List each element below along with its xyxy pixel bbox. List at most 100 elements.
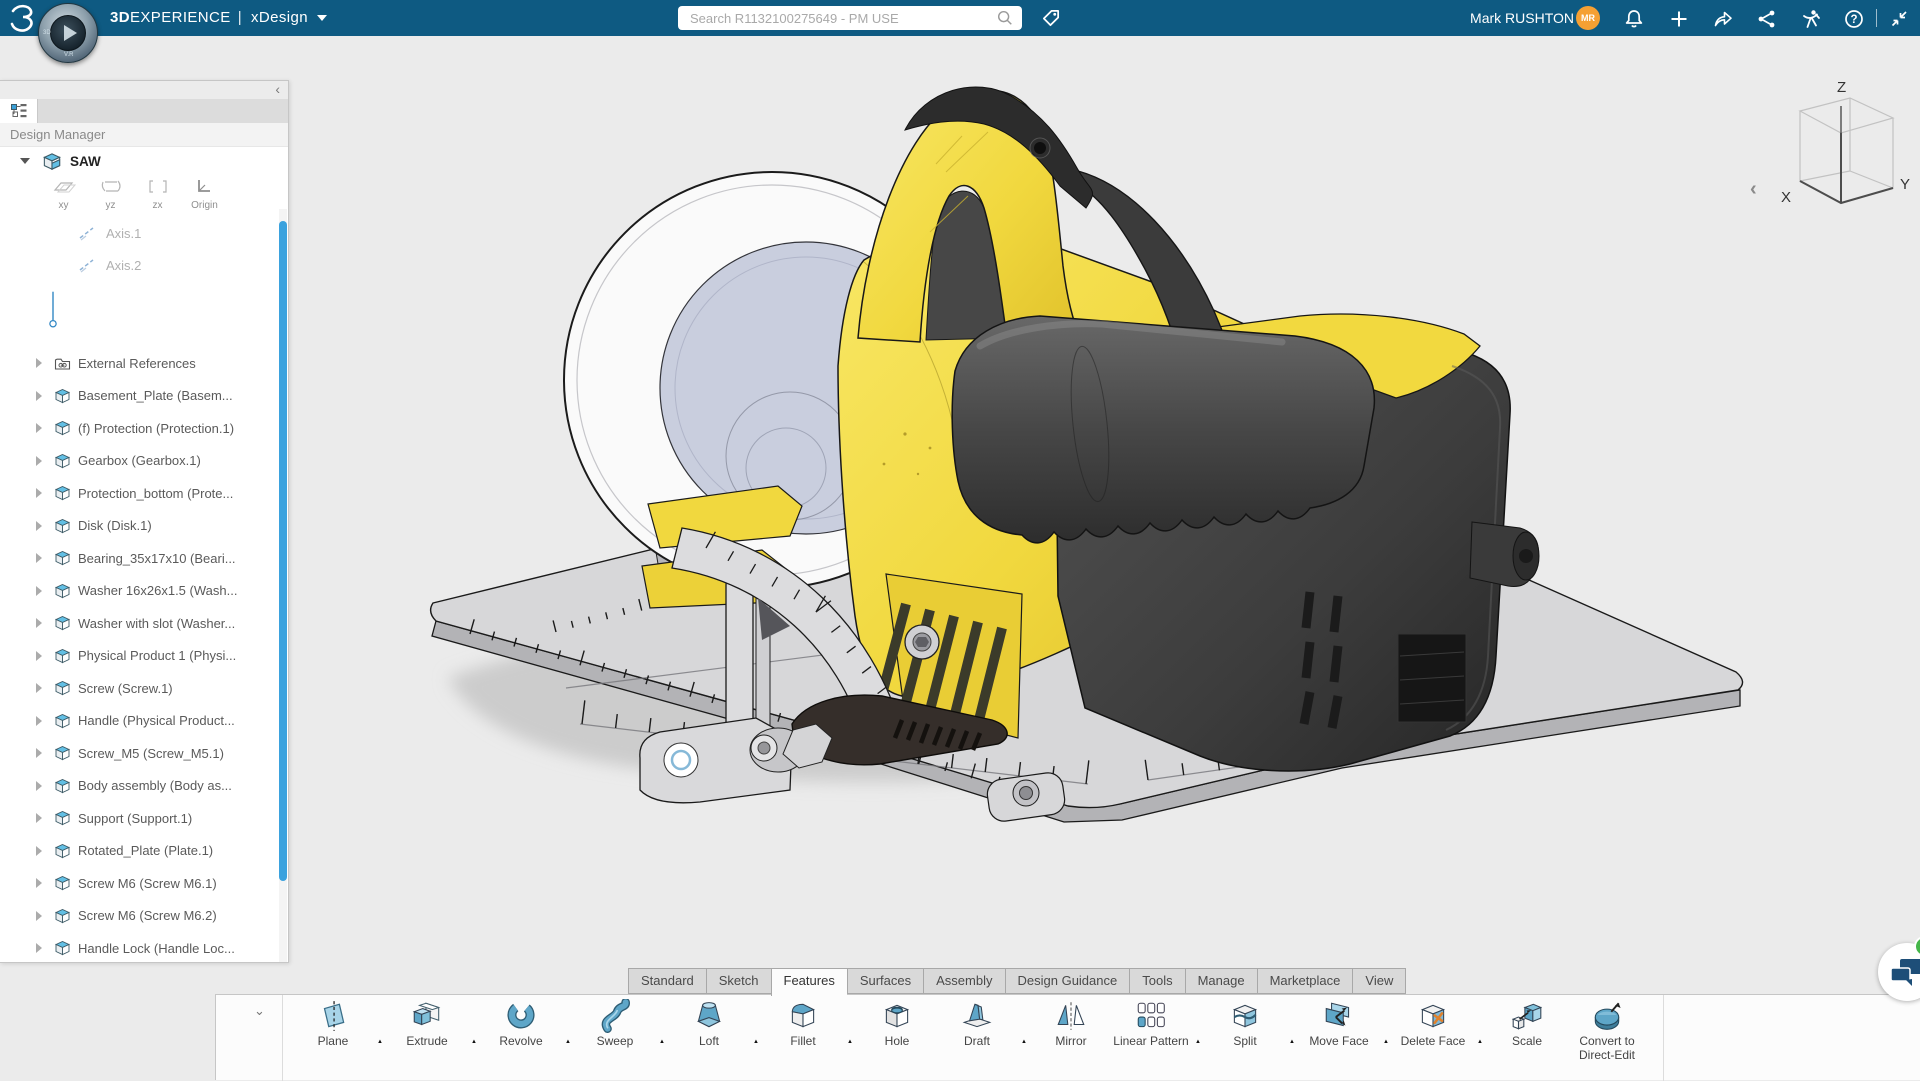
tab-features[interactable]: Features (771, 968, 847, 996)
plane-yz[interactable]: yz (87, 179, 134, 211)
tab-manage[interactable]: Manage (1185, 968, 1257, 994)
expand-arrow-icon[interactable] (36, 651, 42, 661)
flyout-arrow[interactable]: ▲ (1191, 1039, 1205, 1045)
tree-item-external-references[interactable]: External References (0, 347, 282, 380)
search-icon[interactable] (996, 9, 1014, 27)
notifications-bell-icon[interactable] (1623, 8, 1645, 30)
expand-arrow-icon[interactable] (36, 391, 42, 401)
tool-mirror[interactable]: Mirror (1031, 999, 1111, 1049)
tool-convert-to-direct-edit[interactable]: Convert to Direct-Edit (1567, 999, 1647, 1063)
share-arrow-icon[interactable] (1712, 8, 1734, 30)
tree-item-bearing-35x17x10-beari[interactable]: Bearing_35x17x10 (Beari... (0, 542, 282, 575)
tree-root-saw[interactable]: SAW (0, 147, 288, 175)
tool-scale[interactable]: Scale (1487, 999, 1567, 1049)
tree-item-body-assembly-body-as[interactable]: Body assembly (Body as... (0, 770, 282, 803)
add-content-plus-icon[interactable] (1668, 8, 1690, 30)
tool-fillet[interactable]: Fillet (763, 999, 843, 1049)
viewcube-collapse-chevron-icon[interactable]: ‹ (1750, 178, 1757, 201)
expand-arrow-icon[interactable] (36, 586, 42, 596)
tool-loft[interactable]: Loft (669, 999, 749, 1049)
tool-hole[interactable]: Hole (857, 999, 937, 1049)
app-name[interactable]: xDesign (251, 9, 308, 26)
tree-item-screw-m5-screw-m5-1[interactable]: Screw_M5 (Screw_M5.1) (0, 737, 282, 770)
sidebar-scrollbar-thumb[interactable] (279, 221, 287, 881)
tree-item-washer-16x26x1-5-wash[interactable]: Washer 16x26x1.5 (Wash... (0, 575, 282, 608)
expand-arrow-icon[interactable] (36, 878, 42, 888)
expand-arrow-icon[interactable] (36, 456, 42, 466)
tab-tools[interactable]: Tools (1129, 968, 1184, 994)
tree-item-basement-plate-basem[interactable]: Basement_Plate (Basem... (0, 380, 282, 413)
plane-zx[interactable]: zx (134, 179, 181, 211)
expand-arrow-icon[interactable] (36, 423, 42, 433)
collapse-window-icon[interactable] (1888, 8, 1910, 30)
tab-assembly[interactable]: Assembly (923, 968, 1004, 994)
tree-item-screw-screw-1[interactable]: Screw (Screw.1) (0, 672, 282, 705)
flyout-arrow[interactable]: ▲ (1379, 1039, 1393, 1045)
panel-collapse-chevron-icon[interactable]: ‹ (275, 81, 280, 97)
tool-draft[interactable]: Draft (937, 999, 1017, 1049)
tree-item-support-support-1[interactable]: Support (Support.1) (0, 802, 282, 835)
collapse-caret-icon[interactable] (20, 158, 30, 164)
tree-item-handle-lock-handle-loc[interactable]: Handle Lock (Handle Loc... (0, 932, 282, 963)
flyout-arrow[interactable]: ▲ (843, 1039, 857, 1045)
help-icon[interactable]: ? (1843, 8, 1865, 30)
tree-item-handle-physical-product[interactable]: Handle (Physical Product... (0, 705, 282, 738)
search-input[interactable] (678, 11, 996, 26)
expand-arrow-icon[interactable] (36, 781, 42, 791)
tab-sketch[interactable]: Sketch (706, 968, 771, 994)
user-name[interactable]: Mark RUSHTON (1470, 10, 1574, 26)
tool-split[interactable]: Split (1205, 999, 1285, 1049)
tree-item-physical-product-1-physi[interactable]: Physical Product 1 (Physi... (0, 640, 282, 673)
pivot-bolt[interactable] (905, 625, 939, 659)
tool-delete-face[interactable]: Delete Face (1393, 999, 1473, 1049)
expand-arrow-icon[interactable] (36, 488, 42, 498)
tree-item-protection-bottom-prote[interactable]: Protection_bottom (Prote... (0, 477, 282, 510)
flyout-arrow[interactable]: ▲ (1017, 1039, 1031, 1045)
messaging-chat-button[interactable] (1878, 943, 1920, 1001)
tool-move-face[interactable]: Move Face (1299, 999, 1379, 1049)
tab-surfaces[interactable]: Surfaces (847, 968, 923, 994)
tree-item-gearbox-gearbox-1[interactable]: Gearbox (Gearbox.1) (0, 445, 282, 478)
tree-item-screw-m6-screw-m6-2[interactable]: Screw M6 (Screw M6.2) (0, 900, 282, 933)
tree-item-axis-1[interactable]: Axis.1 (0, 217, 288, 249)
expand-arrow-icon[interactable] (36, 748, 42, 758)
tree-item-disk-disk-1[interactable]: Disk (Disk.1) (0, 510, 282, 543)
plane-xy[interactable]: xy (40, 179, 87, 211)
tab-design-manager[interactable] (0, 99, 38, 123)
tool-plane[interactable]: Plane (293, 999, 373, 1049)
expand-arrow-icon[interactable] (36, 911, 42, 921)
avatar[interactable]: MR (1576, 6, 1600, 30)
tool-extrude[interactable]: Extrude (387, 999, 467, 1049)
tab-marketplace[interactable]: Marketplace (1257, 968, 1353, 994)
tool-revolve[interactable]: Revolve (481, 999, 561, 1049)
share-network-icon[interactable] (1756, 8, 1778, 30)
3d-compass-icon[interactable]: 3D V.R (38, 3, 98, 63)
tab-standard[interactable]: Standard (628, 968, 706, 994)
tree-item-washer-with-slot-washer[interactable]: Washer with slot (Washer... (0, 607, 282, 640)
flyout-arrow[interactable]: ▲ (561, 1039, 575, 1045)
insert-position-indicator[interactable] (49, 281, 57, 339)
saw-top-handle[interactable] (858, 87, 1093, 354)
tool-sweep[interactable]: Sweep (575, 999, 655, 1049)
flyout-arrow[interactable]: ▲ (373, 1039, 387, 1045)
flyout-arrow[interactable]: ▲ (655, 1039, 669, 1045)
expand-arrow-icon[interactable] (36, 358, 42, 368)
flyout-arrow[interactable]: ▲ (1473, 1039, 1487, 1045)
tree-item-screw-m6-screw-m6-1[interactable]: Screw M6 (Screw M6.1) (0, 867, 282, 900)
expand-arrow-icon[interactable] (36, 618, 42, 628)
expand-arrow-icon[interactable] (36, 813, 42, 823)
ribbon-collapse-chevron-icon[interactable]: ⌄ (254, 1003, 265, 1019)
expand-arrow-icon[interactable] (36, 521, 42, 531)
battery-knob[interactable] (1470, 522, 1539, 586)
expand-arrow-icon[interactable] (36, 943, 42, 953)
tab-view[interactable]: View (1352, 968, 1406, 994)
global-search[interactable] (678, 6, 1022, 30)
tag-icon[interactable] (1040, 7, 1062, 29)
3dswym-community-icon[interactable] (1800, 8, 1822, 30)
tool-linear-pattern[interactable]: Linear Pattern (1111, 999, 1191, 1049)
flyout-arrow[interactable]: ▲ (749, 1039, 763, 1045)
tree-item-f-protection-protection-1[interactable]: (f) Protection (Protection.1) (0, 412, 282, 445)
expand-arrow-icon[interactable] (36, 553, 42, 563)
app-switcher-chevron-icon[interactable] (317, 15, 327, 21)
tree-item-axis-2[interactable]: Axis.2 (0, 249, 288, 281)
